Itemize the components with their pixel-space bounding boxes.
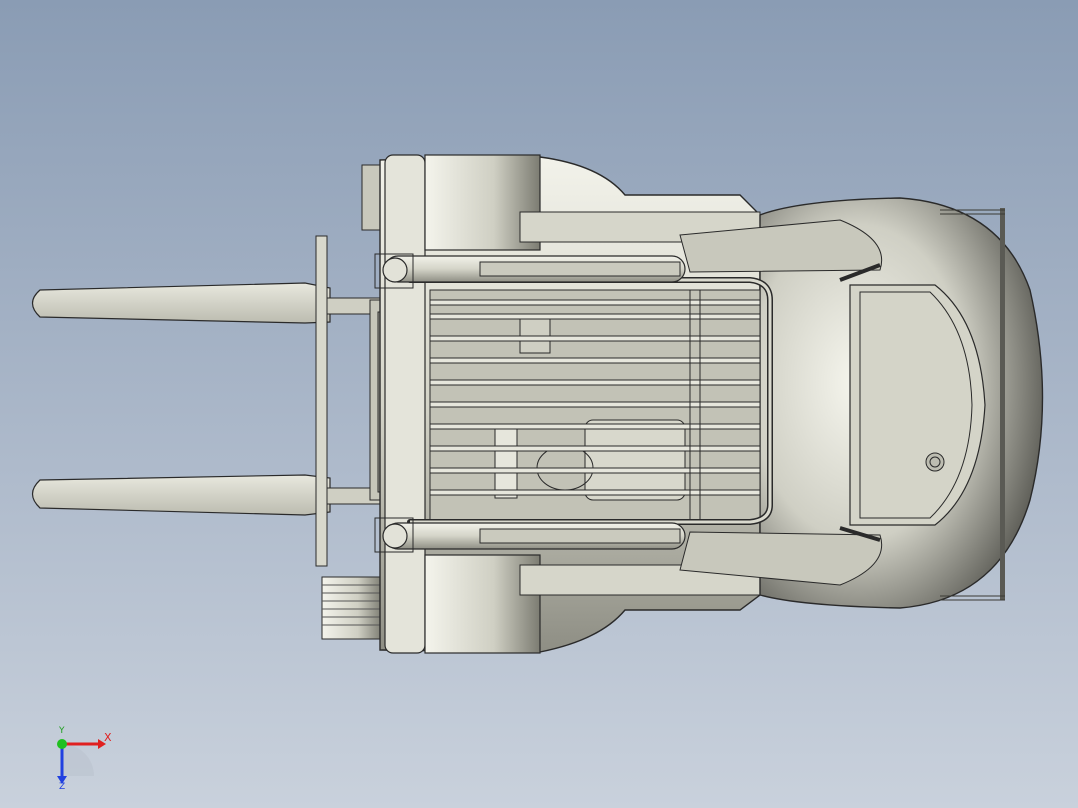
front-wheel-lower xyxy=(321,576,383,640)
fork-lower xyxy=(31,474,331,516)
coordinate-triad: X Y Z xyxy=(40,726,120,798)
x-axis-label: X xyxy=(104,731,112,744)
y-axis-label: Y xyxy=(59,726,65,736)
cad-viewport[interactable]: X Y Z xyxy=(0,0,1078,808)
forklift-model-top-view[interactable] xyxy=(0,0,1078,808)
fork-upper xyxy=(31,282,331,324)
z-axis-label: Z xyxy=(59,782,66,792)
